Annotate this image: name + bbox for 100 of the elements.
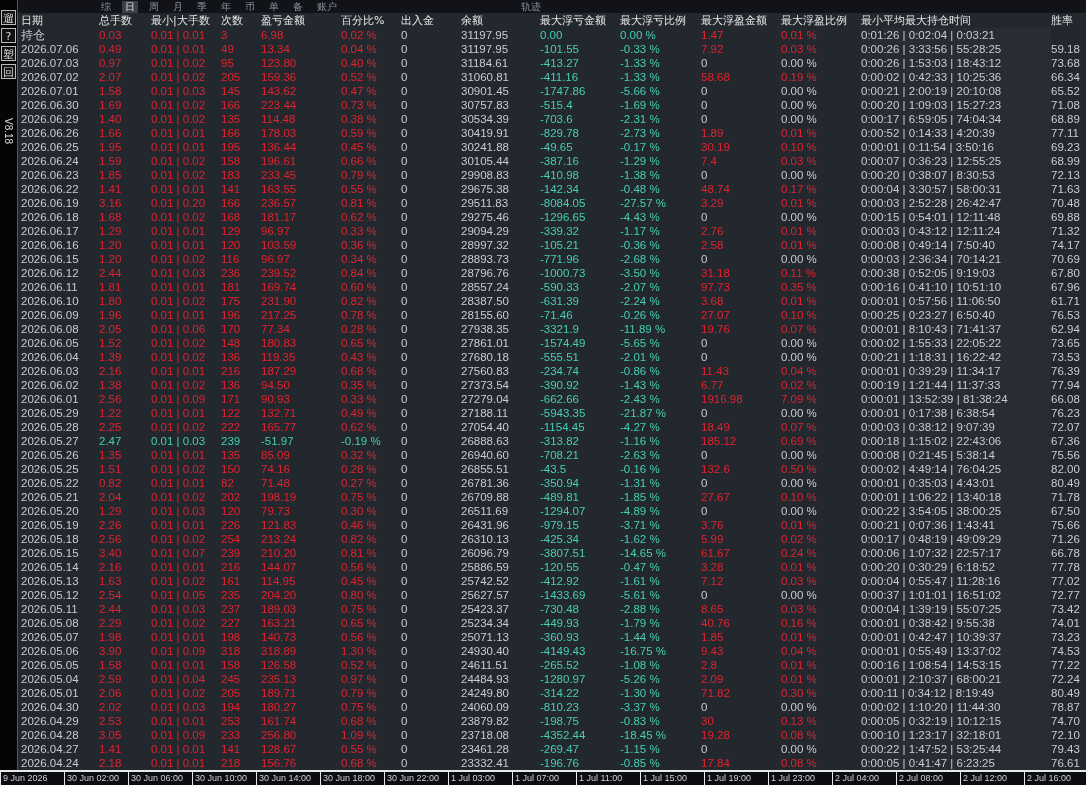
table-cell-text: 79.43 — [1051, 742, 1081, 756]
table-cell-text: 73.42 — [1051, 602, 1081, 616]
table-cell: 0:00:01 | 13:52:39 | 81:38:24 — [861, 392, 1051, 406]
tab[interactable]: 日 — [122, 0, 138, 13]
table-cell-text: 73.23 — [1051, 630, 1081, 644]
column-header[interactable]: 最大浮盈金额 — [701, 13, 781, 28]
table-cell-text: -1.62 % — [620, 532, 661, 546]
table-cell-text: 0 — [401, 238, 409, 252]
table-cell-text: 0.01 | 0.20 — [151, 196, 207, 210]
table-cell-text: 6.77 — [701, 378, 725, 392]
date-cell-text: 2026.06.09 — [21, 308, 80, 322]
table-cell: 0:00:26 | 1:53:03 | 18:43:12 — [861, 56, 1051, 70]
column-header[interactable]: 百分比% — [341, 13, 401, 28]
table-cell-text: 1.41 — [99, 742, 123, 756]
table-cell-text: 77.34 — [261, 322, 291, 336]
table-cell: 0:00:52 | 0:14:33 | 4:20:39 — [861, 126, 1051, 140]
column-header[interactable]: 最大浮亏金额 — [540, 13, 620, 28]
column-header[interactable]: 最小|大手数 — [151, 13, 221, 28]
table-cell-text: 30241.88 — [461, 140, 510, 154]
table-cell: 0:00:06 | 1:07:32 | 22:57:17 — [861, 546, 1051, 560]
table-cell-text: 0.03 % — [781, 42, 818, 56]
tab[interactable]: 综 — [98, 0, 114, 13]
tab[interactable]: 季 — [194, 0, 210, 13]
column-header[interactable]: 最大浮亏比例 — [620, 13, 701, 28]
axis-label: 30 Jun 14:00 — [256, 772, 320, 785]
table-cell-text: 175 — [221, 294, 242, 308]
date-cell-text: 2026.06.19 — [21, 196, 80, 210]
table-cell-text: -8084.05 — [540, 196, 587, 210]
table-cell-text: 61.71 — [1051, 294, 1081, 308]
table-cell-text: 66.34 — [1051, 70, 1081, 84]
table-cell-text: -1.31 % — [620, 476, 661, 490]
date-cell-text: 2026.06.15 — [21, 252, 80, 266]
table-cell-text: 0.01 % — [781, 126, 818, 140]
table-cell-text: 0.30 % — [781, 686, 818, 700]
table-cell-text: 70.48 — [1051, 196, 1081, 210]
table-cell-text: 27938.35 — [461, 322, 510, 336]
table-cell-text: -43.5 — [540, 462, 568, 476]
column-header[interactable]: 最小平均最大持仓时间 — [861, 13, 1051, 28]
column-header[interactable]: 总手数 — [99, 13, 151, 28]
table-cell-text: 256.80 — [261, 728, 298, 742]
tab[interactable]: 轨迹 — [518, 0, 544, 13]
date-cell-text: 2026.06.16 — [21, 238, 80, 252]
column-header[interactable]: 余额 — [461, 13, 540, 28]
axis-label: 1 Jul 23:00 — [768, 772, 832, 785]
table-cell-text: -5.26 % — [620, 672, 661, 686]
table-cell-text: 0 — [401, 588, 409, 602]
table-cell-text: -1154.45 — [540, 420, 586, 434]
tab[interactable]: 周 — [146, 0, 162, 13]
date-cell-text: 2026.04.30 — [21, 700, 80, 714]
table-cell-text: 213.24 — [261, 532, 298, 546]
axis-label: 9 Jun 2026 — [0, 772, 64, 785]
table-cell-text: 0.56 % — [341, 560, 378, 574]
table-cell-text: 74.53 — [1051, 644, 1081, 658]
table-cell-text: 0.65 % — [341, 616, 378, 630]
table-cell-text: 120 — [221, 504, 242, 518]
axis-label: 30 Jun 22:00 — [384, 772, 448, 785]
table-cell-text: 25627.57 — [461, 588, 510, 602]
table-cell-text: -2.07 % — [620, 280, 661, 294]
column-header[interactable]: 最大浮盈比例 — [781, 13, 861, 28]
table-cell-text: -1.69 % — [620, 98, 661, 112]
tab[interactable]: 币 — [242, 0, 258, 13]
tab[interactable]: 账户 — [314, 0, 340, 13]
table-cell-text: 0.01 | 0.02 — [151, 350, 207, 364]
table-cell-text: 26888.63 — [461, 434, 510, 448]
table-cell-text: 96.97 — [261, 224, 291, 238]
date-cell-text: 2026.06.24 — [21, 154, 80, 168]
column-header[interactable]: 胜率 — [1051, 13, 1086, 28]
table-cell-text: 0.62 % — [341, 210, 378, 224]
table-cell-text: 0.04 % — [781, 364, 818, 378]
table-cell-text: -449.93 — [540, 616, 580, 630]
column-header[interactable]: 日期 — [21, 13, 99, 28]
side-button[interactable]: 塑 — [1, 46, 16, 61]
table-cell-text: 69.88 — [1051, 210, 1081, 224]
table-cell-text: 29094.29 — [461, 224, 510, 238]
table-cell-text: 0.55 % — [341, 742, 378, 756]
date-cell-text: 2026.06.05 — [21, 336, 80, 350]
column-header[interactable]: 盈亏金额 — [261, 13, 341, 28]
table-cell-text: 0.01 | 0.02 — [151, 378, 207, 392]
table-cell-text: -14.65 % — [620, 546, 668, 560]
tab[interactable]: 备 — [290, 0, 306, 13]
table-cell-text: 166 — [221, 98, 242, 112]
date-cell-text: 2026.05.11 — [21, 602, 79, 616]
side-button[interactable]: ? — [1, 28, 16, 43]
table-cell-text: 0.60 % — [341, 280, 378, 294]
table-cell-text: 71.78 — [1051, 490, 1081, 504]
side-button[interactable]: 遛 — [1, 10, 16, 25]
tab[interactable]: 月 — [170, 0, 186, 13]
column-header[interactable]: 出入金 — [401, 13, 461, 28]
table-cell-text: 0.10 % — [781, 490, 818, 504]
date-cell-text: 2026.05.26 — [21, 448, 80, 462]
table-cell-text: 1.66 — [99, 126, 123, 140]
tab[interactable]: 年 — [218, 0, 234, 13]
tab[interactable]: 单 — [266, 0, 282, 13]
column-header[interactable]: 次数 — [221, 13, 261, 28]
table-cell: 0:00:07 | 0:36:23 | 12:55:25 — [861, 154, 1051, 168]
table-cell: 0:00:05 | 0:32:19 | 10:12:15 — [861, 714, 1051, 728]
table-cell-text: 122 — [221, 406, 242, 420]
table-cell-text: -0.86 % — [620, 364, 661, 378]
table-cell-text: 0.00 % — [781, 476, 818, 490]
side-button[interactable]: 回 — [1, 64, 16, 79]
